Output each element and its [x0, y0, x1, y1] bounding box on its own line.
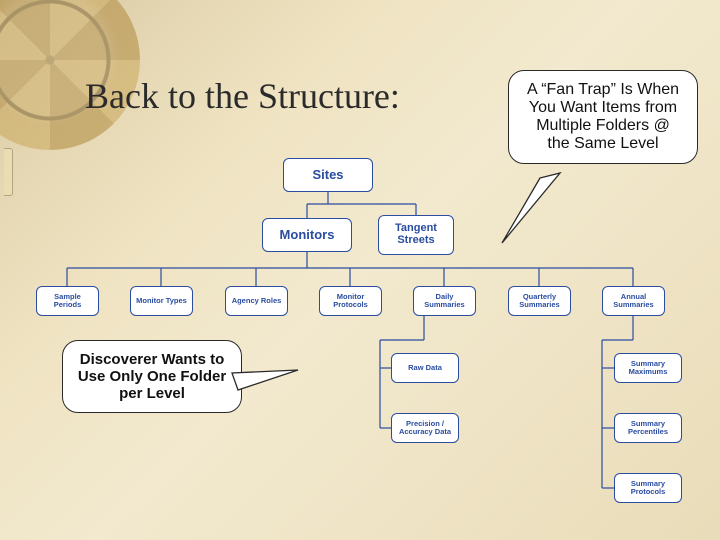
- callout-fan-trap-tail: [502, 173, 560, 243]
- callout-fan-trap: A “Fan Trap” Is When You Want Items from…: [508, 70, 698, 164]
- node-raw-data: Raw Data: [391, 353, 459, 383]
- node-daily-summaries: Daily Summaries: [413, 286, 476, 316]
- lbl: Quarterly Summaries: [513, 293, 566, 309]
- node-monitor-types: Monitor Types: [130, 286, 193, 316]
- node-annual-summaries: Annual Summaries: [602, 286, 665, 316]
- node-tangent-streets-label: Tangent Streets: [383, 223, 449, 246]
- slide: Back to the Structure: A “Fan Trap” Is W…: [0, 0, 720, 540]
- lbl: Annual Summaries: [607, 293, 660, 309]
- lbl: Monitor Types: [136, 297, 187, 305]
- node-precision-accuracy: Precision / Accuracy Data: [391, 413, 459, 443]
- node-quarterly-summaries: Quarterly Summaries: [508, 286, 571, 316]
- node-summary-protocols: Summary Protocols: [614, 473, 682, 503]
- node-sites: Sites: [283, 158, 373, 192]
- node-monitor-protocols: Monitor Protocols: [319, 286, 382, 316]
- callout-discoverer-text: Discoverer Wants to Use Only One Folder …: [78, 351, 226, 402]
- node-summary-percentiles: Summary Percentiles: [614, 413, 682, 443]
- lbl: Daily Summaries: [418, 293, 471, 309]
- lbl: Summary Protocols: [619, 480, 677, 496]
- node-agency-roles: Agency Roles: [225, 286, 288, 316]
- slide-title: Back to the Structure:: [85, 75, 400, 117]
- node-sites-label: Sites: [312, 168, 343, 182]
- side-tab: [4, 148, 13, 196]
- callout-discoverer: Discoverer Wants to Use Only One Folder …: [62, 340, 242, 413]
- node-tangent-streets: Tangent Streets: [378, 215, 454, 255]
- lbl: Precision / Accuracy Data: [396, 420, 454, 436]
- lbl: Sample Periods: [41, 293, 94, 309]
- callout-fan-trap-text: A “Fan Trap” Is When You Want Items from…: [527, 81, 679, 152]
- node-monitors: Monitors: [262, 218, 352, 252]
- node-summary-maximums: Summary Maximums: [614, 353, 682, 383]
- lbl: Monitor Protocols: [324, 293, 377, 309]
- lbl: Summary Maximums: [619, 360, 677, 376]
- lbl: Agency Roles: [232, 297, 282, 305]
- node-monitors-label: Monitors: [280, 228, 335, 242]
- lbl: Summary Percentiles: [619, 420, 677, 436]
- lbl: Raw Data: [408, 364, 442, 372]
- node-sample-periods: Sample Periods: [36, 286, 99, 316]
